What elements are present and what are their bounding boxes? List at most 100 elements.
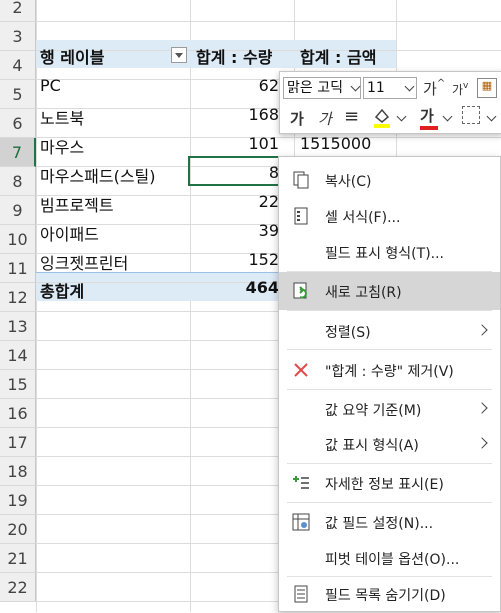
row-header[interactable]: 15 xyxy=(0,370,36,399)
menu-item-label: 정렬(S) xyxy=(325,325,371,341)
remove-x-icon xyxy=(294,363,308,377)
chevron-down-icon[interactable] xyxy=(486,111,497,122)
menu-item-label: "합계 : 수량" 제거(V) xyxy=(325,364,454,380)
row-header[interactable]: 9 xyxy=(0,196,36,225)
paint-bucket-icon xyxy=(374,108,390,128)
pivot-row-qty[interactable]: 22 xyxy=(259,192,279,211)
pivot-row-label[interactable]: 아이패드 xyxy=(40,221,99,245)
menu-item-value-field-settings[interactable]: 값 필드 설정(N)... xyxy=(279,503,500,541)
menu-item-number-format[interactable]: 필드 표시 형식(T)... xyxy=(279,233,500,271)
pivot-row-label[interactable]: 마우스패드(스틸) xyxy=(40,163,156,187)
row-header[interactable]: 17 xyxy=(0,428,36,457)
row-header[interactable]: 2 xyxy=(0,0,36,22)
font-color-button[interactable]: 가 xyxy=(420,105,438,130)
menu-item-label: 필드 목록 숨기기(D) xyxy=(325,588,446,604)
pivot-row-label-header[interactable]: 행 레이블 xyxy=(40,44,104,68)
filter-dropdown-button[interactable] xyxy=(171,47,187,63)
chevron-right-icon xyxy=(476,402,488,414)
font-name-box[interactable]: 맑은 고딕 xyxy=(283,77,361,99)
font-color-glyph: 가 xyxy=(420,107,434,125)
font-color-swatch xyxy=(420,126,438,130)
copy-icon xyxy=(293,171,309,189)
format-painter-icon[interactable]: ▦ xyxy=(477,78,497,98)
row-header[interactable]: 11 xyxy=(0,254,36,283)
pivot-row-qty[interactable]: 101 xyxy=(248,134,279,153)
row-header[interactable]: 4 xyxy=(0,51,36,80)
row-header[interactable]: 19 xyxy=(0,486,36,515)
grow-font-glyph: 가 xyxy=(423,80,437,98)
row-header[interactable]: 18 xyxy=(0,457,36,486)
show-details-icon xyxy=(293,476,309,489)
row-header[interactable]: 7 xyxy=(0,138,36,167)
row-header[interactable]: 20 xyxy=(0,515,36,544)
menu-item-pivot-options[interactable]: 피벗 테이블 옵션(O)... xyxy=(279,539,500,577)
menu-item-label: 복사(C) xyxy=(325,174,372,190)
refresh-icon xyxy=(293,282,307,299)
chevron-right-icon xyxy=(476,437,488,449)
chevron-right-icon xyxy=(476,324,488,336)
field-list-icon xyxy=(294,585,308,603)
menu-item-summarize-by[interactable]: 값 요약 기준(M) xyxy=(279,390,500,428)
grid-row xyxy=(36,0,501,22)
menu-separator xyxy=(287,349,492,350)
pivot-row-label[interactable]: 노트북 xyxy=(40,105,84,129)
row-header[interactable]: 8 xyxy=(0,167,36,196)
pivot-row-qty[interactable]: 152 xyxy=(248,250,279,269)
menu-item-label: 값 표시 형식(A) xyxy=(325,438,419,454)
row-header[interactable]: 5 xyxy=(0,80,36,109)
pivot-total-qty[interactable]: 464 xyxy=(246,278,279,297)
format-cells-icon xyxy=(294,207,308,225)
row-header[interactable]: 22 xyxy=(0,573,36,602)
row-header[interactable]: 14 xyxy=(0,341,36,370)
context-menu: 복사(C) 셀 서식(F)... 필드 표시 형식(T)... 새로 고침(R)… xyxy=(278,156,501,612)
menu-item-label: 값 요약 기준(M) xyxy=(325,403,422,419)
pivot-qty-header[interactable]: 합계 : 수량 xyxy=(196,44,272,68)
font-size-value: 11 xyxy=(367,80,385,96)
pivot-row-amt[interactable]: 1515000 xyxy=(300,134,371,153)
menu-item-show-details[interactable]: 자세한 정보 표시(E) xyxy=(279,464,500,502)
pivot-row-label[interactable]: 마우스 xyxy=(40,134,84,158)
menu-item-refresh[interactable]: 새로 고침(R) xyxy=(279,272,500,310)
row-header[interactable]: 13 xyxy=(0,312,36,341)
menu-item-format-cells[interactable]: 셀 서식(F)... xyxy=(279,197,500,235)
menu-item-label: 자세한 정보 표시(E) xyxy=(325,477,444,493)
pivot-row-label[interactable]: PC xyxy=(40,76,61,95)
menu-item-copy[interactable]: 복사(C) xyxy=(279,161,500,199)
italic-glyph: 가 xyxy=(318,110,332,128)
mini-toolbar: 맑은 고딕 11 가^ 가v ▦ 가 가 ≡ 가 xyxy=(279,71,501,134)
shrink-font-button[interactable]: 가v xyxy=(452,81,468,98)
borders-icon[interactable] xyxy=(462,106,480,124)
chevron-down-icon[interactable] xyxy=(396,111,407,122)
row-header[interactable]: 21 xyxy=(0,544,36,573)
pivot-row-label[interactable]: 잉크젯프린터 xyxy=(40,250,128,274)
chevron-down-icon[interactable] xyxy=(442,111,453,122)
menu-item-label: 새로 고침(R) xyxy=(325,285,402,301)
pivot-row-qty[interactable]: 39 xyxy=(259,221,279,240)
menu-separator xyxy=(287,310,492,311)
pivot-row-qty[interactable]: 62 xyxy=(259,76,279,95)
italic-button[interactable]: 가 xyxy=(318,108,332,129)
row-header[interactable]: 10 xyxy=(0,225,36,254)
fill-color-button[interactable] xyxy=(372,105,392,129)
align-center-icon[interactable]: ≡ xyxy=(344,106,359,127)
menu-item-label: 피벗 테이블 옵션(O)... xyxy=(325,552,460,568)
pivot-amt-header[interactable]: 합계 : 금액 xyxy=(300,44,376,68)
font-name-value: 맑은 고딕 xyxy=(287,80,343,96)
menu-item-sort[interactable]: 정렬(S) xyxy=(279,312,500,350)
menu-item-label: 셀 서식(F)... xyxy=(325,210,401,226)
row-header[interactable]: 6 xyxy=(0,109,36,138)
row-header[interactable]: 16 xyxy=(0,399,36,428)
bold-button[interactable]: 가 xyxy=(290,108,304,129)
row-header[interactable]: 3 xyxy=(0,22,36,51)
menu-item-remove-field[interactable]: "합계 : 수량" 제거(V) xyxy=(279,351,500,389)
pivot-row-qty[interactable]: 168 xyxy=(248,105,279,124)
grow-font-button[interactable]: 가^ xyxy=(423,78,445,99)
menu-item-show-values-as[interactable]: 값 표시 형식(A) xyxy=(279,425,500,463)
menu-item-label: 필드 표시 형식(T)... xyxy=(325,246,445,262)
menu-item-label: 값 필드 설정(N)... xyxy=(325,516,434,532)
row-header[interactable]: 12 xyxy=(0,283,36,312)
menu-item-hide-field-list[interactable]: 필드 목록 숨기기(D) xyxy=(279,575,500,613)
field-settings-icon xyxy=(292,513,310,531)
pivot-row-label[interactable]: 빔프로젝트 xyxy=(40,192,114,216)
pivot-total-label[interactable]: 총합계 xyxy=(40,278,84,302)
